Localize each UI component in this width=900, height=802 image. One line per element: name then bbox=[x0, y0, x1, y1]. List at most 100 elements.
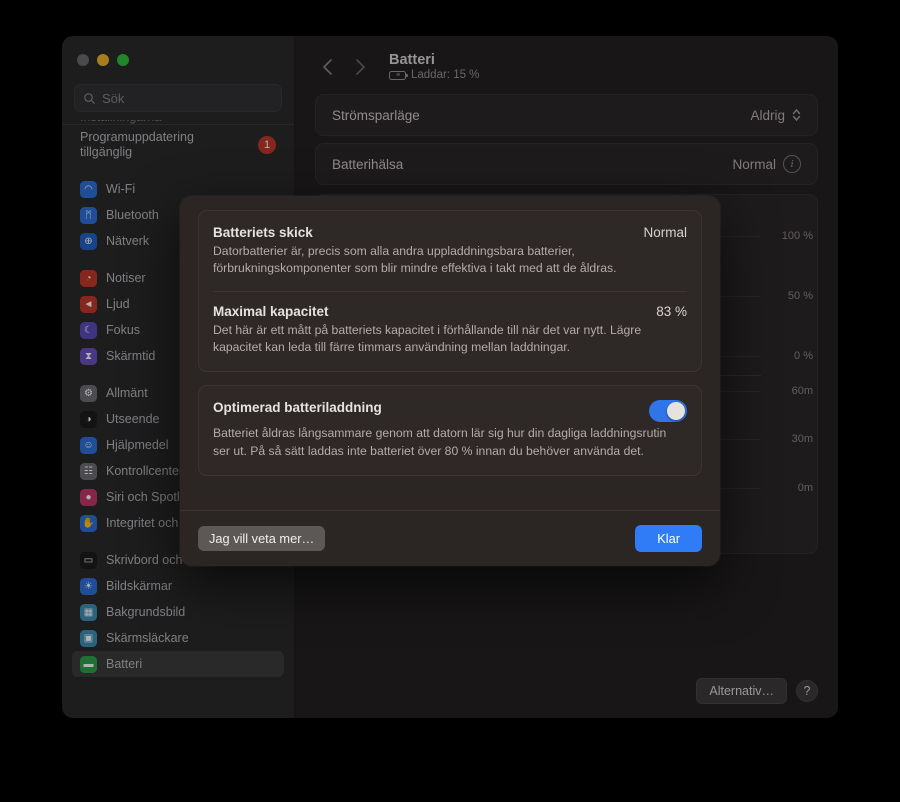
window-traffic-lights bbox=[62, 36, 294, 78]
sidebar-item-label: Skärmsläckare bbox=[106, 630, 189, 645]
chart-y-tick: 0m bbox=[797, 481, 813, 494]
section-header: Batteriets skick Normal bbox=[213, 225, 687, 240]
page-subtitle: ≡ Laddar: 15 % bbox=[389, 69, 479, 81]
search-container: Sök bbox=[62, 78, 294, 120]
dialog-panel-condition: Batteriets skick Normal Datorbatterier ä… bbox=[198, 210, 702, 373]
minimize-button[interactable] bbox=[97, 54, 109, 66]
battery-charging-icon: ≡ bbox=[389, 70, 408, 80]
battery-icon: ▬ bbox=[80, 655, 97, 673]
sidebar-item-label: Wi-Fi bbox=[106, 181, 136, 196]
screensaver-icon: ▣ bbox=[80, 629, 97, 647]
sidebar-item-label: Bakgrundsbild bbox=[106, 604, 186, 619]
learn-more-button[interactable]: Jag vill veta mer… bbox=[198, 526, 326, 551]
sidebar-item-label: Kontrollcenter bbox=[106, 463, 184, 478]
sidebar-item-installningarna[interactable]: Inställningarna bbox=[72, 120, 284, 124]
dialog-section-optimerad-batteriladdning: Optimerad batteriladdning Batteriet åldr… bbox=[213, 388, 687, 473]
chart-y-tick: 60m bbox=[791, 384, 813, 397]
wifi-icon: ◠ bbox=[80, 180, 97, 198]
help-button[interactable]: ? bbox=[796, 680, 818, 702]
sidebar-item-label: Batteri bbox=[106, 656, 143, 671]
section-description: Datorbatterier är, precis som alla andra… bbox=[213, 244, 617, 276]
sidebar-item-label: Fokus bbox=[106, 322, 141, 337]
sidebar-item-programuppdatering[interactable]: Programuppdatering tillgänglig 1 bbox=[72, 125, 284, 165]
optimized-charging-toggle[interactable] bbox=[649, 400, 687, 423]
row-value[interactable]: Aldrig bbox=[750, 108, 801, 123]
detail-footer: Alternativ… ? bbox=[696, 678, 818, 704]
wallpaper-icon: ▦ bbox=[80, 603, 97, 621]
siri-icon: ● bbox=[80, 488, 97, 506]
search-input[interactable]: Sök bbox=[74, 84, 282, 112]
maximize-button[interactable] bbox=[117, 54, 129, 66]
sidebar-item-label: Allmänt bbox=[106, 385, 148, 400]
focus-icon: ☾ bbox=[80, 321, 97, 339]
row-label: Strömsparläge bbox=[332, 107, 420, 123]
section-title: Maximal kapacitet bbox=[213, 303, 329, 319]
sidebar-item-label: Ljud bbox=[106, 296, 130, 311]
sidebar-item-label: Hjälpmedel bbox=[106, 437, 169, 452]
sidebar-item-sk-rmsl-ckare[interactable]: ▣ Skärmsläckare bbox=[72, 625, 284, 651]
chart-y-tick: 30m bbox=[791, 433, 813, 446]
row-value-text: Normal bbox=[732, 156, 776, 172]
row-batterihalsa[interactable]: Batterihälsa Normal i bbox=[315, 143, 818, 185]
dialog-section-batteriets-skick: Batteriets skick Normal Datorbatterier ä… bbox=[213, 213, 687, 291]
network-icon: ⊕ bbox=[80, 232, 97, 250]
row-stromsparlage[interactable]: Strömsparläge Aldrig bbox=[315, 94, 818, 136]
section-header: Optimerad batteriladdning bbox=[213, 400, 687, 423]
sidebar-item-label: Nätverk bbox=[106, 233, 150, 248]
battery-health-dialog: Batteriets skick Normal Datorbatterier ä… bbox=[180, 196, 720, 566]
search-placeholder: Sök bbox=[102, 90, 125, 106]
sidebar-item-label: Skärmtid bbox=[106, 348, 156, 363]
notifications-icon: ◔ bbox=[80, 269, 97, 287]
dialog-footer: Jag vill veta mer… Klar bbox=[180, 510, 720, 566]
sidebar-item-bakgrundsbild[interactable]: ▦ Bakgrundsbild bbox=[72, 599, 284, 625]
general-icon: ⚙ bbox=[80, 384, 97, 402]
chevron-left-icon[interactable] bbox=[315, 54, 341, 80]
row-value-text: Aldrig bbox=[750, 107, 785, 123]
desktop-dock-icon: ▭ bbox=[80, 551, 97, 569]
sound-icon: ◄ bbox=[80, 295, 97, 313]
control-center-icon: ☷ bbox=[80, 462, 97, 480]
page-subtitle-text: Laddar: 15 % bbox=[411, 69, 480, 81]
sidebar-item-label: Bluetooth bbox=[106, 207, 159, 222]
section-value: Normal bbox=[643, 225, 687, 240]
section-description: Batteriet åldras långsammare genom att d… bbox=[213, 426, 667, 458]
section-title: Optimerad batteriladdning bbox=[213, 400, 382, 416]
options-button[interactable]: Alternativ… bbox=[696, 678, 787, 704]
sidebar-item-label: Inställningarna bbox=[80, 120, 161, 124]
section-title: Batteriets skick bbox=[213, 225, 313, 240]
row-value: Normal i bbox=[732, 155, 801, 173]
close-button[interactable] bbox=[77, 54, 89, 66]
dialog-section-maximal-kapacitet: Maximal kapacitet 83 % Det här är ett må… bbox=[213, 290, 687, 370]
chevron-updown-icon[interactable] bbox=[792, 108, 801, 122]
row-label: Batterihälsa bbox=[332, 156, 404, 172]
chart-y-tick: 100 % bbox=[781, 230, 813, 243]
sidebar-item-label: Bildskärmar bbox=[106, 578, 172, 593]
screentime-icon: ⧗ bbox=[80, 347, 97, 365]
sidebar-item-batteri[interactable]: ▬ Batteri bbox=[72, 651, 284, 677]
dialog-panel-optimized-charging: Optimerad batteriladdning Batteriet åldr… bbox=[198, 385, 702, 476]
sidebar-item-label: Notiser bbox=[106, 270, 146, 285]
info-icon[interactable]: i bbox=[783, 155, 801, 173]
displays-icon: ☀ bbox=[80, 577, 97, 595]
appearance-icon: ◑ bbox=[80, 410, 97, 428]
toggle-knob bbox=[667, 402, 685, 421]
chart-y-tick: 50 % bbox=[787, 290, 813, 303]
bluetooth-icon: ᛗ bbox=[80, 206, 97, 224]
chart-y-tick: 0 % bbox=[794, 350, 813, 363]
search-icon bbox=[84, 92, 95, 104]
status-badge: 1 bbox=[258, 136, 276, 154]
sidebar-group-display: ▭ Skrivbord och Dock ☀ Bildskärmar ▦ Bakgrund… bbox=[72, 547, 284, 677]
section-value: 83 % bbox=[656, 303, 687, 319]
dialog-body: Batteriets skick Normal Datorbatterier ä… bbox=[180, 196, 720, 476]
privacy-icon: ✋ bbox=[80, 514, 97, 532]
page-title: Batteri bbox=[389, 52, 435, 68]
section-description: Det här är ett mått på batteriets kapaci… bbox=[213, 322, 642, 354]
sidebar-item-label: Utseende bbox=[106, 411, 160, 426]
accessibility-icon: ☺ bbox=[80, 436, 97, 454]
done-button[interactable]: Klar bbox=[635, 525, 702, 552]
detail-header: Batteri ≡ Laddar: 15 % bbox=[295, 36, 838, 87]
chevron-right-icon[interactable] bbox=[347, 54, 373, 80]
sidebar-item-bildsk-rmar[interactable]: ☀ Bildskärmar bbox=[72, 573, 284, 599]
section-header: Maximal kapacitet 83 % bbox=[213, 304, 687, 319]
